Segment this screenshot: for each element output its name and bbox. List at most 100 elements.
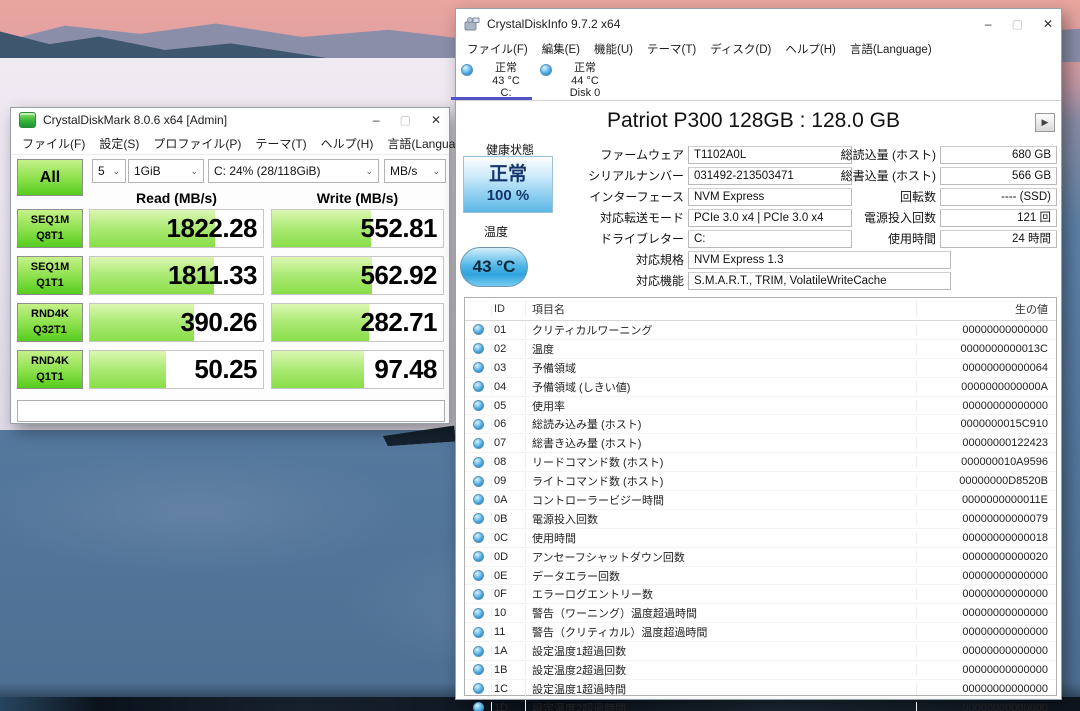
target-drive-value: C: 24% (28/118GiB) (214, 164, 321, 178)
attribute-status-orb-icon (473, 324, 484, 335)
smart-id: 0A (491, 494, 525, 506)
chevron-down-icon: ⌄ (112, 166, 120, 177)
power-on-hours-label: 使用時間 (786, 230, 936, 248)
test-count-value: 5 (98, 164, 105, 178)
drive-letter-label: ドライブレター (526, 230, 684, 248)
result-bar (90, 351, 166, 388)
menu-theme[interactable]: テーマ(T) (640, 39, 703, 59)
bench-label-line1: SEQ1M (31, 213, 70, 228)
unit-select[interactable]: MB/s ⌄ (384, 159, 446, 183)
smart-id: 0B (491, 513, 525, 525)
cdm-app-icon (19, 112, 36, 128)
tab-temp: 43 °C (492, 75, 520, 87)
menu-help[interactable]: ヘルプ(H) (778, 39, 842, 59)
crystaldiskmark-window: CrystalDiskMark 8.0.6 x64 [Admin] – ▢ ✕ … (10, 107, 450, 424)
menu-profile[interactable]: プロファイル(P) (146, 133, 248, 154)
bench-label-line2: Q1T1 (36, 370, 64, 385)
standard-label: 対応規格 (526, 251, 684, 269)
smart-name: 総読み込み量 (ホスト) (525, 416, 916, 432)
menu-help[interactable]: ヘルプ(H) (314, 133, 381, 154)
smart-row: 1A設定温度1超過回数00000000000000 (465, 642, 1056, 661)
menu-edit[interactable]: 編集(E) (535, 39, 587, 59)
smart-raw: 00000000000018 (916, 532, 1056, 544)
minimize-button[interactable]: – (373, 113, 380, 127)
menu-function[interactable]: 機能(U) (587, 39, 640, 59)
temperature-pill[interactable]: 43 °C (460, 247, 528, 287)
target-drive-select[interactable]: C: 24% (28/118GiB) ⌄ (208, 159, 379, 183)
desktop: CrystalDiskMark 8.0.6 x64 [Admin] – ▢ ✕ … (0, 0, 1080, 711)
cdi-window-title: CrystalDiskInfo 9.7.2 x64 (487, 17, 978, 31)
smart-id: 1A (491, 645, 525, 657)
disk-tab-c[interactable]: 正常 43 °C C: (456, 59, 535, 100)
rnd4k-q1t1-write-cell: 97.48 (271, 350, 444, 389)
run-rnd4k-q32t1-button[interactable]: RND4K Q32T1 (17, 303, 83, 342)
smart-row: 08リードコマンド数 (ホスト)000000010A9596 (465, 453, 1056, 472)
crystaldiskinfo-window: CrystalDiskInfo 9.7.2 x64 – ▢ ✕ ファイル(F) … (455, 8, 1062, 700)
run-all-button[interactable]: All (17, 159, 83, 196)
attribute-status-orb-icon (473, 608, 484, 619)
menu-language[interactable]: 言語(Language) (843, 39, 939, 59)
run-rnd4k-q1t1-button[interactable]: RND4K Q1T1 (17, 350, 83, 389)
bench-label-line1: RND4K (31, 307, 69, 322)
smart-row: 07総書き込み量 (ホスト)00000000122423 (465, 434, 1056, 453)
smart-name: リードコマンド数 (ホスト) (525, 454, 916, 470)
cdm-message-box[interactable] (17, 400, 445, 422)
attribute-status-orb-icon (473, 438, 484, 449)
smart-name: データエラー回数 (525, 568, 916, 584)
smart-name: 設定温度2超過時間 (525, 700, 916, 711)
result-value: 97.48 (374, 354, 437, 385)
smart-name: アンセーフシャットダウン回数 (525, 549, 916, 565)
menu-disk[interactable]: ディスク(D) (703, 39, 778, 59)
features-label: 対応機能 (526, 272, 684, 290)
minimize-button[interactable]: – (985, 17, 992, 31)
smart-id: 1C (491, 683, 525, 695)
smart-name: 予備領域 (525, 360, 916, 376)
maximize-button[interactable]: ▢ (1012, 17, 1023, 31)
test-count-select[interactable]: 5 ⌄ (92, 159, 126, 183)
menu-settings[interactable]: 設定(S) (92, 133, 146, 154)
total-writes-value: 566 GB (940, 167, 1057, 185)
next-disk-button[interactable]: ▶ (1035, 113, 1055, 132)
menu-file[interactable]: ファイル(F) (15, 133, 92, 154)
smart-id: 09 (491, 475, 525, 487)
smart-name: コントローラービジー時間 (525, 492, 916, 508)
result-bar (90, 304, 194, 341)
smart-id: 02 (491, 343, 525, 355)
smart-id: 08 (491, 456, 525, 468)
smart-name: 警告（クリティカル）温度超過時間 (525, 624, 916, 640)
smart-header-raw: 生の値 (916, 301, 1056, 317)
smart-row: 05使用率00000000000000 (465, 397, 1056, 416)
chevron-down-icon: ⌄ (432, 166, 440, 177)
total-reads-value: 680 GB (940, 146, 1057, 164)
test-size-select[interactable]: 1GiB ⌄ (128, 159, 204, 183)
close-button[interactable]: ✕ (1043, 17, 1053, 31)
result-value: 282.71 (360, 307, 437, 338)
result-value: 50.25 (194, 354, 257, 385)
attribute-status-orb-icon (473, 381, 484, 392)
seq1m-q1t1-read-cell: 1811.33 (89, 256, 264, 295)
maximize-button[interactable]: ▢ (400, 113, 411, 127)
smart-table: ID 項目名 生の値 01クリティカルワーニング00000000000000 0… (464, 297, 1057, 696)
menu-theme[interactable]: テーマ(T) (248, 133, 313, 154)
seq1m-q8t1-read-cell: 1822.28 (89, 209, 264, 248)
smart-raw: 000000010A9596 (916, 456, 1056, 468)
tab-name: C: (501, 87, 512, 99)
close-button[interactable]: ✕ (431, 113, 441, 127)
attribute-status-orb-icon (473, 400, 484, 411)
smart-row: 0Dアンセーフシャットダウン回数00000000000020 (465, 548, 1056, 567)
smart-header-row: ID 項目名 生の値 (465, 298, 1056, 321)
smart-raw: 00000000000000 (916, 400, 1056, 412)
disk-tab-disk0[interactable]: 正常 44 °C Disk 0 (535, 59, 614, 100)
power-on-count-value: 121 回 (940, 209, 1057, 227)
run-seq1m-q1t1-button[interactable]: SEQ1M Q1T1 (17, 256, 83, 295)
smart-name: 使用時間 (525, 530, 916, 546)
attribute-status-orb-icon (473, 683, 484, 694)
attribute-status-orb-icon (473, 589, 484, 600)
run-seq1m-q8t1-button[interactable]: SEQ1M Q8T1 (17, 209, 83, 248)
smart-id: 07 (491, 437, 525, 449)
seq1m-q8t1-write-cell: 552.81 (271, 209, 444, 248)
cdi-body: Patriot P300 128GB : 128.0 GB ▶ 健康状態 正常 … (456, 101, 1061, 699)
menu-file[interactable]: ファイル(F) (460, 39, 535, 59)
smart-row: 0B電源投入回数00000000000079 (465, 510, 1056, 529)
smart-id: 01 (491, 324, 525, 336)
